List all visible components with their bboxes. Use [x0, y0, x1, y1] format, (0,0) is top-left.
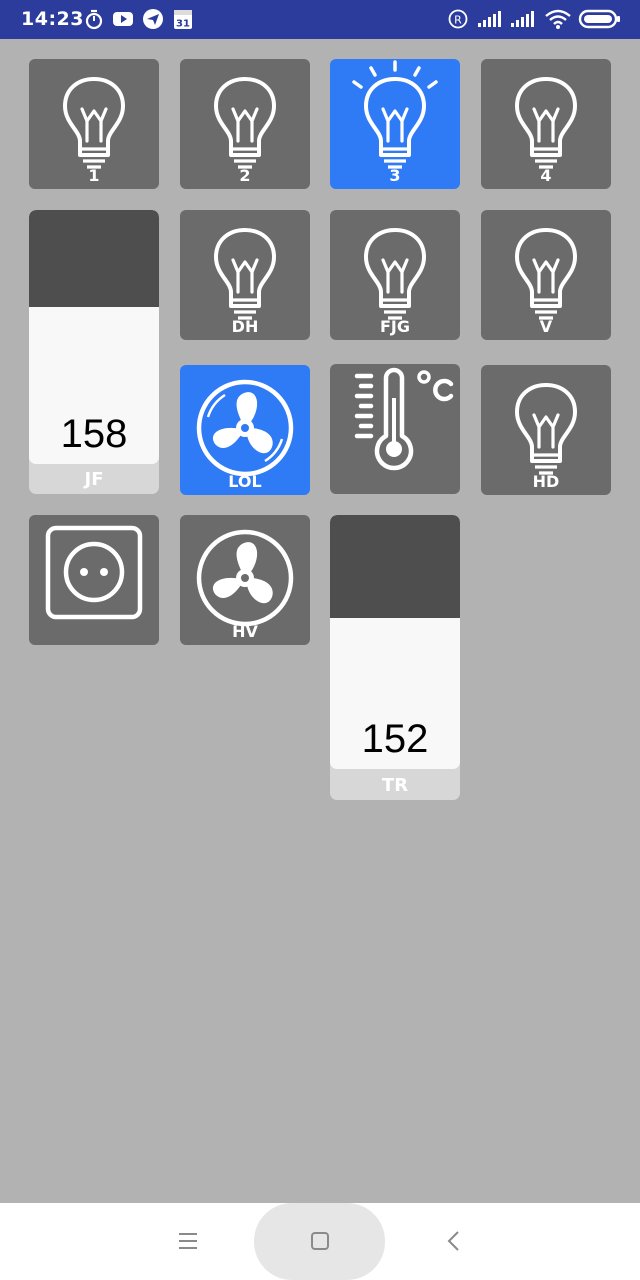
dimmer-slider-jf[interactable]: 158 JF [29, 210, 159, 494]
stopwatch-icon [84, 6, 104, 32]
thermometer-icon [354, 367, 454, 471]
slider-empty-portion [330, 515, 460, 618]
wifi-icon [544, 6, 572, 32]
tile-label: HD [532, 472, 560, 491]
calendar-day: 31 [176, 19, 190, 30]
tile-label: 3 [389, 166, 401, 185]
telegram-icon [142, 6, 164, 32]
slider-track[interactable]: 158 [29, 210, 159, 464]
tile-label: FJG [379, 317, 410, 336]
home-icon[interactable] [308, 1229, 332, 1257]
tile-label: DH [231, 317, 259, 336]
tile-label: 1 [88, 166, 100, 185]
tile-label: HV [232, 622, 258, 641]
fan-tile-hv[interactable]: HV [180, 515, 310, 645]
slider-label: JF [84, 469, 104, 490]
menu-icon[interactable] [176, 1229, 200, 1257]
registered-icon: R [447, 6, 469, 32]
light-tile-4[interactable]: 4 [481, 59, 611, 189]
slider-value: 158 [60, 412, 128, 456]
temperature-tile[interactable] [330, 364, 460, 494]
light-tile-1[interactable]: 1 [29, 59, 159, 189]
socket-tile[interactable] [29, 515, 159, 645]
tile-label: V [539, 317, 553, 336]
fan-tile-lol[interactable]: LOL [180, 365, 310, 495]
calendar-icon: 31 [172, 6, 194, 32]
light-tile-3[interactable]: 3 [330, 59, 460, 189]
power-socket-icon [45, 525, 143, 620]
slider-empty-portion [29, 210, 159, 307]
battery-icon [578, 6, 622, 32]
status-bar: 14:23 31 R [0, 0, 640, 39]
tile-label: 2 [239, 166, 251, 185]
signal-icon [477, 6, 503, 32]
navigation-bar [0, 1203, 640, 1280]
light-tile-v[interactable]: V [481, 210, 611, 340]
slider-label: TR [381, 775, 409, 796]
light-tile-dh[interactable]: DH [180, 210, 310, 340]
slider-track[interactable]: 152 [330, 515, 460, 769]
light-tile-2[interactable]: 2 [180, 59, 310, 189]
signal-icon [510, 6, 536, 32]
light-tile-hd[interactable]: HD [481, 365, 611, 495]
registered-mark: R [454, 14, 462, 27]
slider-value: 152 [361, 717, 429, 761]
tile-label: LOL [228, 472, 262, 491]
dimmer-slider-tr[interactable]: 152 TR [330, 515, 460, 800]
light-tile-fjg[interactable]: FJG [330, 210, 460, 340]
youtube-icon [112, 6, 134, 32]
tile-label: 4 [540, 166, 552, 185]
status-time: 14:23 [21, 8, 84, 30]
back-icon[interactable] [442, 1229, 466, 1257]
